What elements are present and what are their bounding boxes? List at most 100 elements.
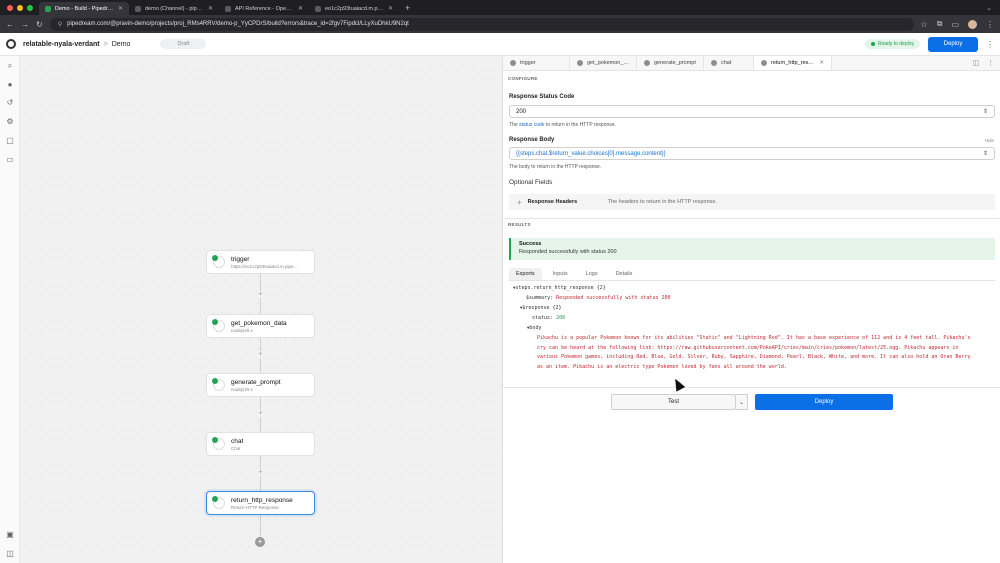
step-editor-panel: trigger get_pokemon_d... generate_prompt…	[502, 56, 1000, 563]
add-step-plus-icon[interactable]: +	[257, 291, 264, 298]
step-tab-icon	[510, 60, 516, 66]
divider	[503, 387, 1000, 388]
panel-icon[interactable]: ▣	[5, 530, 15, 540]
connector-line	[260, 515, 261, 537]
openai-step-icon	[212, 437, 225, 450]
tree-row[interactable]: ▼$response {2}	[520, 305, 562, 311]
step-icon	[212, 255, 225, 268]
profile-avatar[interactable]	[968, 19, 977, 29]
success-title: Success	[519, 241, 542, 247]
deploy-button[interactable]: Deploy	[928, 36, 978, 52]
draft-badge: Draft	[160, 39, 207, 49]
tree-row: status: 200	[532, 315, 566, 321]
workflow-step-trigger[interactable]: trigger https://eo1c2p93tuaiacd.m.pipe..…	[206, 250, 315, 274]
keyboard-icon[interactable]: ▭	[5, 155, 15, 165]
workflow-step-generate-prompt[interactable]: generate_prompt nodejs20.x	[206, 373, 315, 397]
step-tab-icon	[711, 60, 717, 66]
app-header: relatable-nyala-verdant > Demo Draft Rea…	[0, 33, 1000, 56]
more-options-icon[interactable]: ⋮	[986, 40, 994, 49]
panel-menu-icon[interactable]: ⋮	[987, 59, 994, 67]
tab-get-pokemon-data[interactable]: get_pokemon_d...	[570, 56, 637, 70]
zoom-window-button[interactable]	[27, 4, 33, 11]
tab-list-chevron-icon[interactable]: ⌄	[986, 4, 1000, 12]
tab-generate-prompt[interactable]: generate_prompt	[637, 56, 704, 70]
window-controls	[0, 4, 39, 11]
minimize-window-button[interactable]	[17, 4, 23, 11]
comment-icon[interactable]: ●	[5, 80, 15, 90]
divider	[503, 218, 1000, 219]
result-tabs: Exports Inputs Logs Details	[509, 268, 995, 281]
browser-tab[interactable]: API Reference - OpenAI API ✕	[219, 2, 309, 15]
hide-body-link[interactable]: Hide	[985, 138, 994, 143]
add-step-plus-icon[interactable]: +	[257, 351, 264, 358]
close-window-button[interactable]	[7, 4, 13, 11]
tree-root-row[interactable]: ▼steps.return_http_response {2}	[513, 285, 606, 291]
status-dot-icon	[870, 42, 875, 46]
back-arrow-icon[interactable]: ←	[6, 20, 14, 29]
search-icon[interactable]: ⌕	[5, 61, 15, 71]
sidebar-icon[interactable]: ▭	[951, 20, 959, 29]
book-icon[interactable]: ◫	[5, 549, 15, 559]
success-message: Responded successfully with status 200	[519, 249, 617, 255]
optional-fields-label: Optional Fields	[509, 179, 553, 186]
url-text: pipedream.com/@pravin-demo/projects/proj…	[67, 21, 409, 27]
add-step-plus-icon[interactable]: +	[257, 469, 264, 476]
tree-row: $summary: Responded successfully with st…	[526, 295, 671, 301]
panel-deploy-button[interactable]: Deploy	[755, 394, 893, 410]
browser-toolbar: ← → ↻ ⚲ pipedream.com/@pravin-demo/proje…	[0, 15, 1000, 33]
address-bar[interactable]: ⚲ pipedream.com/@pravin-demo/projects/pr…	[49, 17, 914, 31]
add-step-button[interactable]: +	[255, 537, 265, 547]
step-tab-icon	[761, 60, 767, 66]
history-icon[interactable]: ↺	[5, 98, 15, 108]
breadcrumb-separator: >	[103, 40, 108, 48]
browser-tab[interactable]: demo (Channel) - pipedrea... ✕	[129, 2, 219, 15]
status-code-link[interactable]: status code	[519, 122, 545, 128]
response-body-label: Response Body	[509, 137, 555, 143]
step-tab-icon	[644, 60, 650, 66]
workflow-step-get-pokemon-data[interactable]: get_pokemon_data nodejs20.x	[206, 314, 315, 338]
tree-row[interactable]: ▼body	[527, 325, 541, 331]
status-code-select[interactable]: 200 ⇕	[509, 105, 995, 118]
response-body-input[interactable]: {{steps.chat.$return_value.choices[0].me…	[509, 147, 995, 160]
openai-favicon-icon	[225, 5, 231, 12]
tab-return-http-response[interactable]: return_http_res... ✕	[754, 56, 832, 70]
test-button[interactable]: Test	[611, 394, 736, 410]
browser-tab[interactable]: Demo - Build - Pipedream ✕	[39, 2, 129, 15]
tab-chat[interactable]: chat	[704, 56, 754, 70]
tab-inputs[interactable]: Inputs	[546, 268, 575, 280]
tab-trigger[interactable]: trigger	[503, 56, 570, 70]
close-tab-icon[interactable]: ✕	[208, 5, 213, 12]
extensions-icon[interactable]: ⧉	[937, 19, 943, 29]
add-step-plus-icon[interactable]: +	[257, 410, 264, 417]
response-headers-option[interactable]: + Response Headers The headers to return…	[509, 194, 995, 210]
ready-to-deploy-badge: Ready to deploy	[864, 39, 920, 49]
forward-arrow-icon[interactable]: →	[21, 20, 29, 29]
browser-menu-icon[interactable]: ⋮	[986, 20, 994, 29]
close-tab-icon[interactable]: ✕	[819, 60, 824, 66]
workflow-step-chat[interactable]: chat Chat	[206, 432, 315, 456]
left-icon-rail: ⌕ ● ↺ ⚙ ▢ ▭ ▣ ◫	[0, 56, 20, 563]
close-tab-icon[interactable]: ✕	[118, 5, 123, 12]
workflow-name[interactable]: Demo	[112, 41, 131, 48]
window-icon[interactable]: ▢	[5, 136, 15, 146]
pipedream-logo-icon[interactable]	[6, 39, 16, 49]
new-tab-button[interactable]: +	[399, 3, 416, 13]
workflow-canvas[interactable]: trigger https://eo1c2p93tuaiacd.m.pipe..…	[20, 56, 502, 563]
browser-tab[interactable]: eo1c2p93tuaiacd.m.pipedr... ✕	[309, 2, 399, 15]
bookmark-star-icon[interactable]: ☆	[921, 20, 928, 29]
tab-exports[interactable]: Exports	[509, 268, 542, 280]
close-tab-icon[interactable]: ✕	[388, 5, 393, 12]
http-step-icon	[212, 496, 225, 509]
test-options-chevron-icon[interactable]: ⌄	[736, 394, 748, 410]
site-info-icon[interactable]: ⚲	[58, 21, 62, 28]
tab-logs[interactable]: Logs	[579, 268, 605, 280]
workflow-step-return-http-response[interactable]: return_http_response Return HTTP Respons…	[206, 491, 315, 515]
split-view-icon[interactable]: ◫	[972, 59, 979, 67]
success-banner: Success Responded successfully with stat…	[509, 238, 995, 260]
gear-icon[interactable]: ⚙	[5, 117, 15, 127]
step-tabs: trigger get_pokemon_d... generate_prompt…	[503, 56, 1000, 71]
project-name[interactable]: relatable-nyala-verdant	[23, 41, 100, 48]
reload-icon[interactable]: ↻	[36, 20, 43, 29]
close-tab-icon[interactable]: ✕	[298, 5, 303, 12]
tab-details[interactable]: Details	[609, 268, 640, 280]
